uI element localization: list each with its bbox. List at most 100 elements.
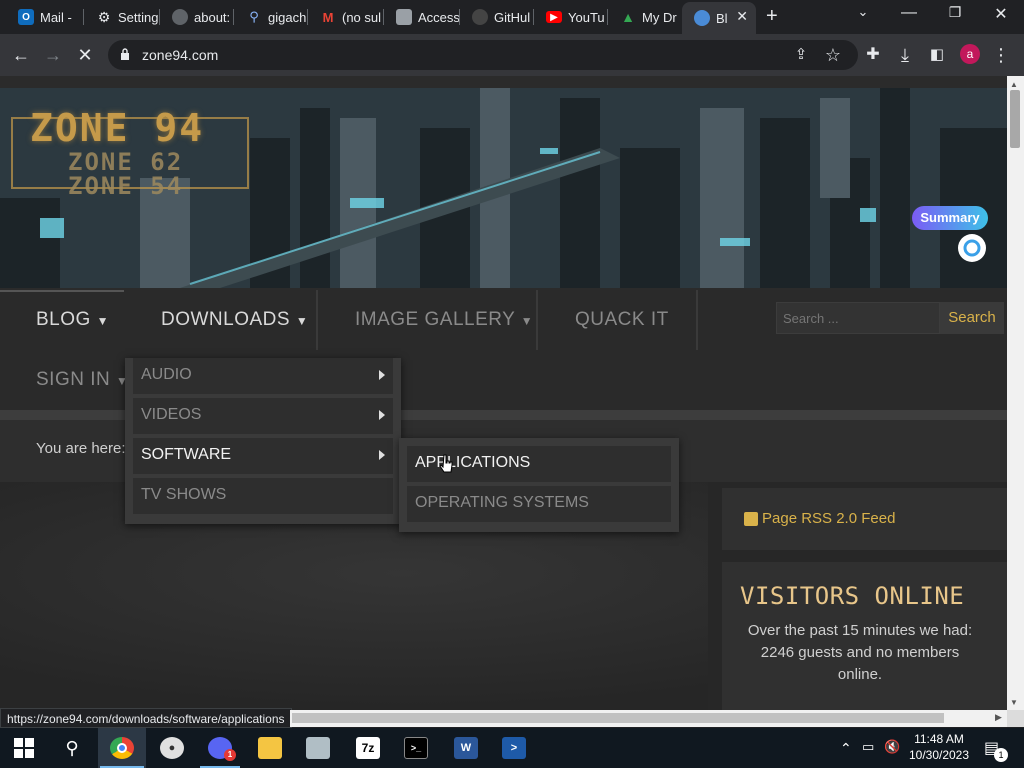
bookmark-star-icon[interactable]: ☆ [822,44,844,66]
word-icon[interactable]: W [454,737,478,759]
close-window-button[interactable]: ✕ [986,4,1016,24]
windows-start-icon[interactable] [12,737,36,759]
github-icon [472,9,488,25]
taskbar-clock[interactable]: 11:48 AM 10/30/2023 [906,731,972,763]
nav-image-gallery[interactable]: IMAGE GALLERY ▼ [355,309,533,331]
hand-cursor-icon [440,454,453,473]
menu-item-audio[interactable]: AUDIO [133,358,393,394]
submenu-arrow-icon [379,370,385,380]
profile-avatar[interactable]: a [960,44,980,64]
file-explorer-icon[interactable] [258,737,282,759]
visitors-text: Over the past 15 minutes we had: 2246 gu… [747,622,973,683]
tab-access[interactable]: Access [384,4,460,30]
menu-label: APPLICATIONS [415,454,531,471]
discord-icon[interactable]: 1 [208,737,236,761]
scroll-right-arrow-icon[interactable]: ▶ [995,712,1002,723]
nav-sign-in[interactable]: SIGN IN ▼ [36,369,128,391]
stop-loading-button[interactable]: ✕ [74,44,96,66]
scroll-down-arrow-icon[interactable]: ▼ [1010,698,1018,707]
tab-youtube[interactable]: ▶ YouTu [534,4,608,30]
notepad-icon[interactable] [306,737,330,759]
search-icon[interactable]: ⚲ [60,737,84,759]
tab-title: gigach [268,9,307,25]
back-button[interactable]: ← [10,44,32,66]
close-tab-icon[interactable]: ✕ [736,8,748,25]
address-bar[interactable]: zone94.com [108,40,858,70]
nav-label: IMAGE GALLERY [355,309,515,330]
tab-gmail[interactable]: M (no sul [308,4,384,30]
menu-kebab-icon[interactable]: ⋮ [990,44,1012,66]
tray-chevron-icon[interactable]: ⌃ [840,740,852,757]
clock-time: 11:48 AM [914,732,964,746]
vertical-scrollbar[interactable] [1007,76,1024,710]
scrollbar-corner [1007,710,1024,727]
nav-quack-it[interactable]: QUACK IT [575,309,669,331]
menu-item-software[interactable]: SOFTWARE [133,438,393,474]
powershell-icon[interactable]: > [502,737,526,759]
site-icon [694,10,710,26]
tab-title: (no sul [342,9,382,25]
submenu-arrow-icon [379,410,385,420]
site-search-button[interactable]: Search [940,302,1004,334]
nav-label: DOWNLOADS [161,309,291,330]
chrome-icon[interactable] [110,737,134,759]
nav-label: BLOG [36,309,91,330]
nav-divider [316,290,318,350]
tab-settings[interactable]: ⚙ Setting [84,4,160,30]
drive-icon: ▲ [621,9,635,25]
logo-subtitle: ZONE 54 [68,172,184,200]
menu-item-tv-shows[interactable]: TV SHOWS [133,478,393,514]
status-url-bubble: https://zone94.com/downloads/software/ap… [0,708,292,728]
nav-downloads[interactable]: DOWNLOADS ▼ [161,309,308,331]
site-search-input[interactable] [776,302,940,334]
windows-taskbar: ⚲ ● 1 7z >_ W > ⌃ ▭ 🔇 11:48 AM 10/30/202… [0,728,1024,768]
nav-label: QUACK IT [575,309,669,330]
globe-icon [172,9,188,25]
assistant-icon[interactable] [958,234,986,262]
url-text: zone94.com [142,47,219,63]
rss-feed-link[interactable]: Page RSS 2.0 Feed [744,510,895,527]
nav-blog[interactable]: BLOG ▼ [36,309,109,331]
tab-search[interactable]: ⚲ gigach [234,4,308,30]
menu-label: OPERATING SYSTEMS [415,494,589,511]
tab-search-chevron-icon[interactable]: ⌄ [848,4,878,20]
network-icon[interactable]: ▭ [862,739,874,755]
media-player-icon[interactable]: ● [160,737,184,759]
tab-title: YouTu [568,9,605,25]
minimize-button[interactable]: — [894,4,924,22]
tab-about[interactable]: about: [160,4,234,30]
menu-item-videos[interactable]: VIDEOS [133,398,393,434]
tab-mail[interactable]: O Mail - [6,4,84,30]
horizontal-scroll-thumb[interactable] [292,713,944,723]
rss-icon [744,511,758,526]
web-page: ZONE 94 ZONE 62 ZONE 54 Summary BLOG ▼ D… [0,76,1007,710]
scroll-up-arrow-icon[interactable]: ▲ [1010,80,1018,89]
caret-down-icon: ▼ [96,314,109,328]
summary-button[interactable]: Summary [912,206,988,230]
forward-button[interactable]: → [42,44,64,66]
menu-label: AUDIO [141,366,192,383]
vertical-scroll-thumb[interactable] [1010,90,1020,148]
volume-muted-icon[interactable]: 🔇 [884,739,900,755]
tab-active[interactable]: Bl ✕ [682,2,756,34]
restore-button[interactable]: ❐ [940,4,970,21]
youtube-icon: ▶ [546,11,562,23]
site-logo[interactable]: ZONE 94 [30,106,204,150]
7zip-icon[interactable]: 7z [356,737,380,759]
terminal-icon[interactable]: >_ [404,737,428,759]
share-icon[interactable]: ⇪ [790,44,812,66]
tab-github[interactable]: GitHul [460,4,534,30]
new-tab-button[interactable]: + [766,6,778,26]
side-panel-icon[interactable]: ◧ [926,44,948,66]
downloads-dropdown: AUDIO VIDEOS SOFTWARE TV SHOWS [125,358,401,524]
gmail-icon: M [322,9,334,25]
submenu-arrow-icon [379,450,385,460]
search-icon: ⚲ [249,9,259,24]
download-icon[interactable]: ⤓ [894,44,916,66]
active-nav-indicator [0,290,124,292]
menu-item-operating-systems[interactable]: OPERATING SYSTEMS [407,486,671,522]
tab-drive[interactable]: ▲ My Dr [608,4,682,30]
nav-label: SIGN IN [36,369,111,390]
extensions-icon[interactable]: ✚ [862,44,884,66]
rss-label: Page RSS 2.0 Feed [762,510,896,527]
